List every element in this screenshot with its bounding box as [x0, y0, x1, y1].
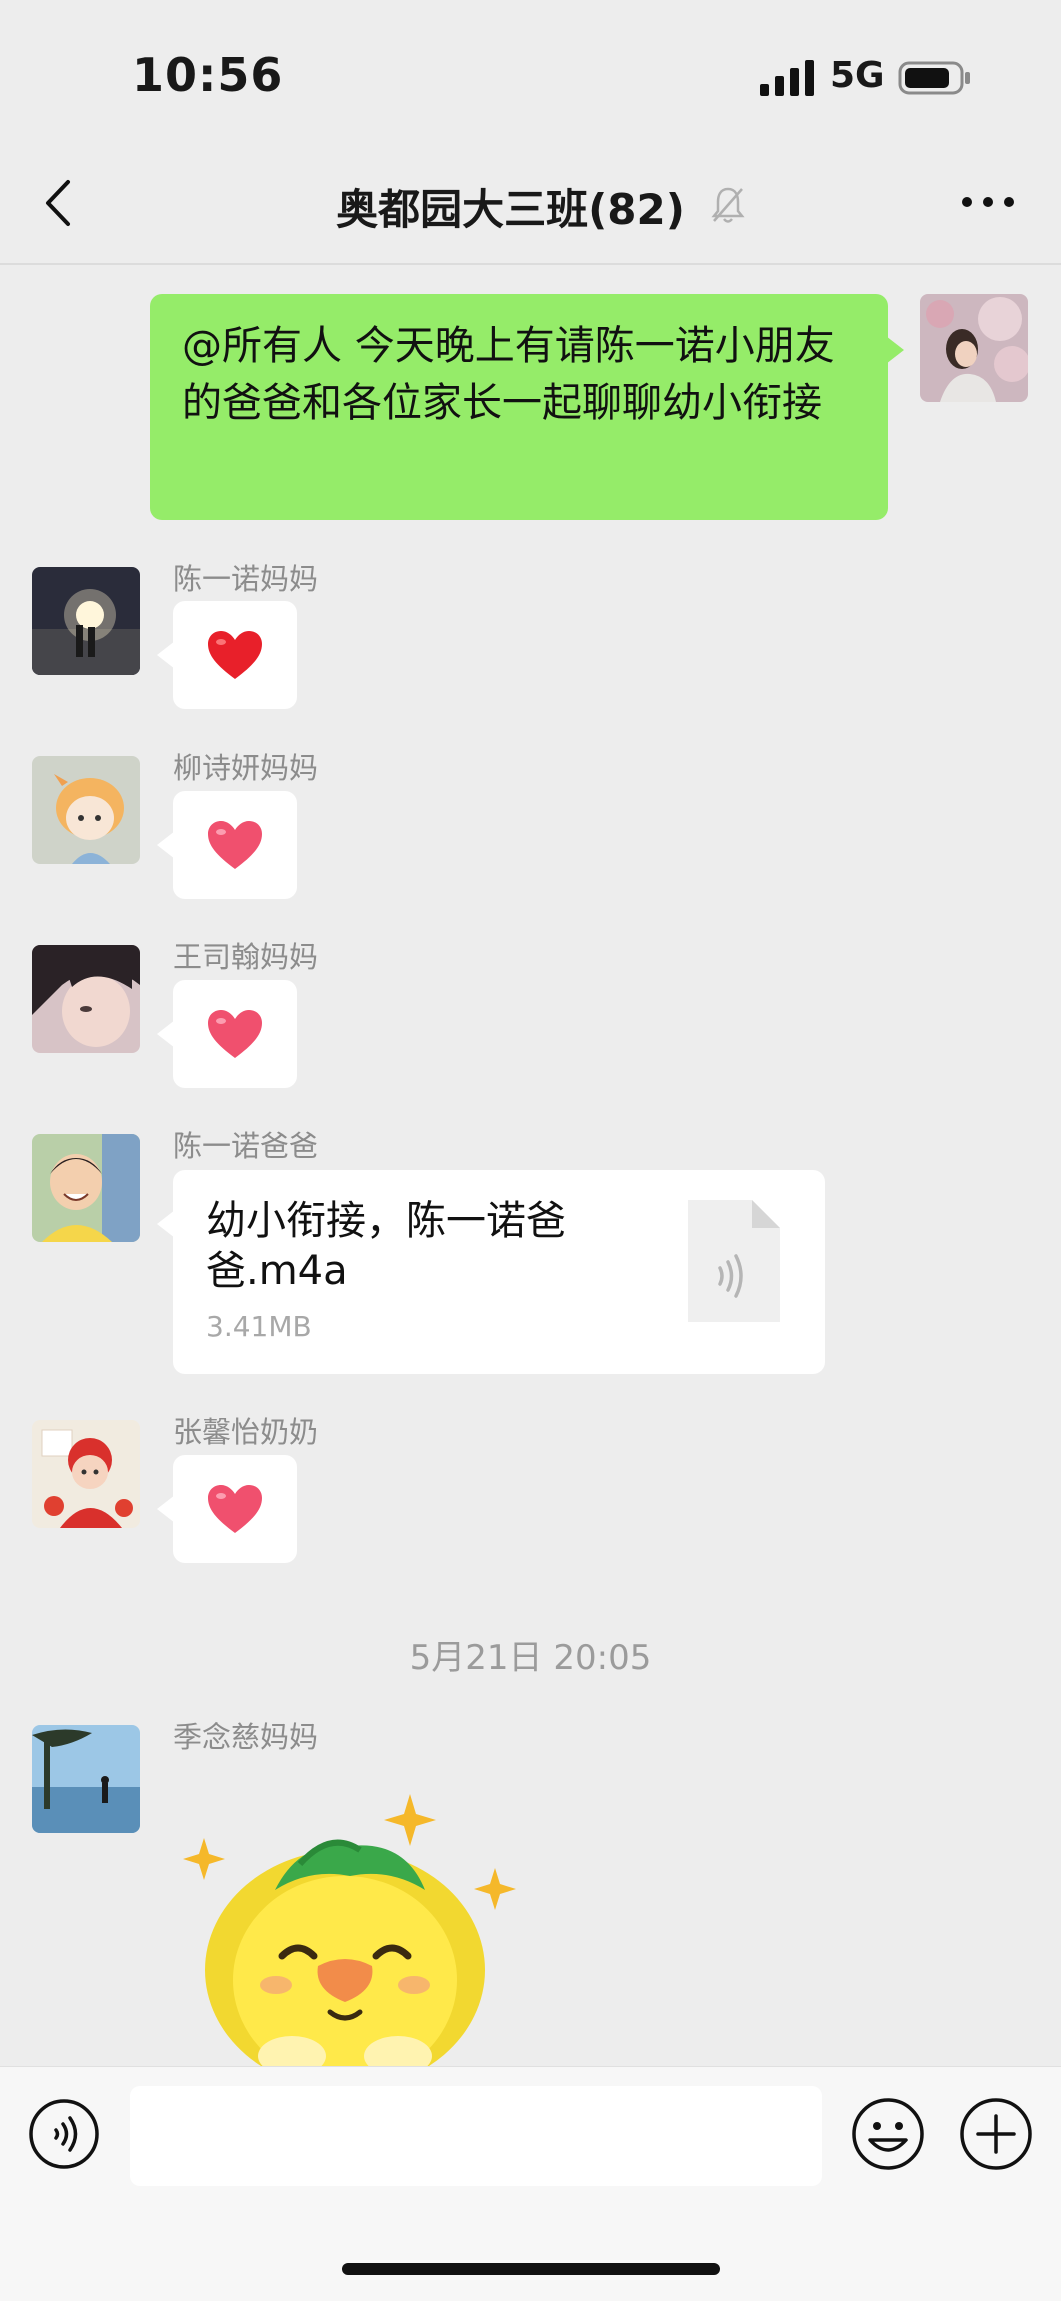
- audio-file-icon: [688, 1200, 780, 1322]
- sender-name: 陈一诺爸爸: [173, 1129, 319, 1163]
- sender-avatar[interactable]: [32, 945, 140, 1053]
- chat-title: 奥都园大三班(82): [336, 185, 685, 234]
- sender-avatar[interactable]: [32, 1725, 140, 1833]
- network-type: 5G: [830, 55, 885, 96]
- yellow-lion-sticker[interactable]: [180, 1780, 520, 2066]
- file-name: 幼小衔接，陈一诺爸爸.m4a: [206, 1198, 566, 1294]
- sender-avatar[interactable]: [32, 567, 140, 675]
- emoji-face-icon[interactable]: [850, 2096, 926, 2172]
- nav-divider: [0, 263, 1061, 265]
- sender-name: 陈一诺妈妈: [173, 562, 319, 596]
- mute-bell-icon: [711, 187, 745, 223]
- sender-name: 柳诗妍妈妈: [173, 751, 319, 785]
- battery-icon: [898, 61, 970, 95]
- file-size: 3.41MB: [206, 1310, 312, 1343]
- sender-avatar[interactable]: [32, 756, 140, 864]
- sender-avatar[interactable]: [32, 1134, 140, 1242]
- pink-heart-icon: [208, 821, 262, 869]
- message-text: @所有人 今天晚上有请陈一诺小朋友的爸爸和各位家长一起聊聊幼小衔接: [182, 323, 835, 426]
- emoji-message-bubble[interactable]: [157, 601, 297, 709]
- status-time: 10:56: [132, 48, 284, 102]
- message-timestamp: 5月21日 20:05: [409, 1638, 652, 1678]
- red-heart-icon: [208, 631, 262, 679]
- sender-name: 王司翰妈妈: [173, 940, 319, 974]
- voice-icon[interactable]: [28, 2098, 100, 2170]
- sender-name: 张馨怡奶奶: [173, 1415, 319, 1449]
- outgoing-message-bubble[interactable]: @所有人 今天晚上有请陈一诺小朋友的爸爸和各位家长一起聊聊幼小衔接: [150, 294, 904, 520]
- sender-avatar[interactable]: [32, 1420, 140, 1528]
- emoji-message-bubble[interactable]: [157, 791, 297, 899]
- home-indicator[interactable]: [342, 2263, 720, 2275]
- plus-icon[interactable]: [958, 2096, 1034, 2172]
- message-input[interactable]: [130, 2086, 822, 2186]
- pink-heart-icon: [208, 1010, 262, 1058]
- emoji-message-bubble[interactable]: [157, 1455, 297, 1563]
- sender-name: 季念慈妈妈: [173, 1720, 319, 1754]
- my-avatar[interactable]: [920, 294, 1028, 402]
- pink-heart-icon: [208, 1485, 262, 1533]
- more-dots-icon[interactable]: [960, 194, 1016, 210]
- emoji-message-bubble[interactable]: [157, 980, 297, 1088]
- signal-icon: [760, 60, 814, 96]
- file-message-bubble[interactable]: 幼小衔接，陈一诺爸爸.m4a 3.41MB: [157, 1170, 825, 1374]
